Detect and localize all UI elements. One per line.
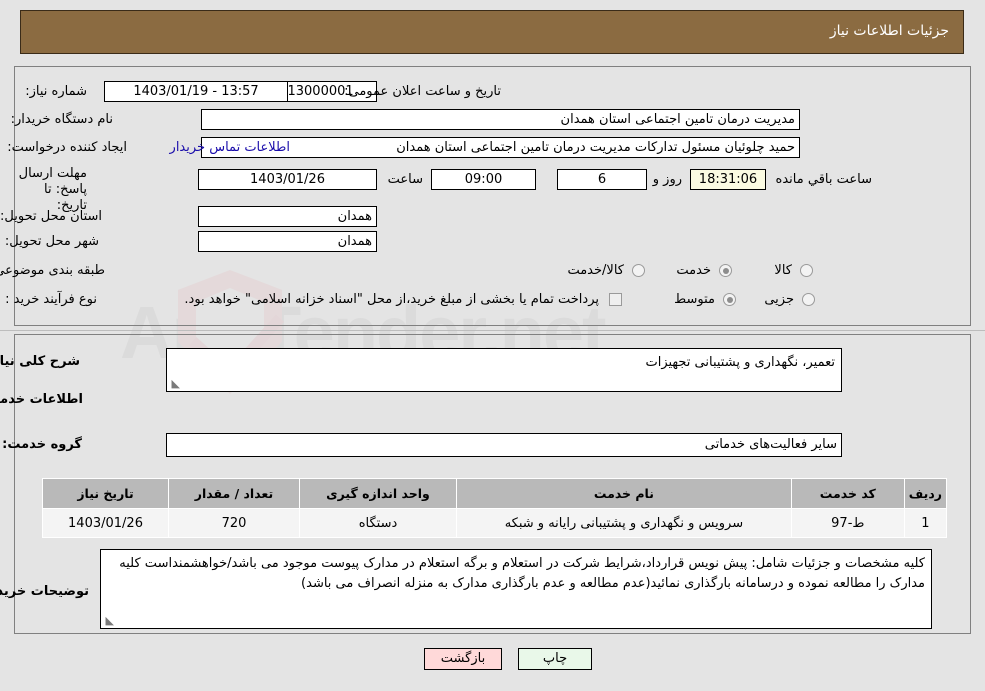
category-label: طبقه بندی موضوعی: xyxy=(0,263,105,278)
resize-grip-icon-notes[interactable]: ◣ xyxy=(104,615,114,626)
th-quantity: تعداد / مقدار xyxy=(168,478,300,509)
countdown-label: ساعت باقي مانده xyxy=(775,172,872,187)
deadline-date-field[interactable]: 1403/01/26 xyxy=(198,169,377,190)
page-root: AriaTender.net جزئیات اطلاعات نیاز شماره… xyxy=(0,0,985,691)
print-button[interactable]: چاپ xyxy=(518,648,592,670)
resize-grip-icon[interactable]: ◣ xyxy=(170,378,180,389)
requester-label: ایجاد کننده درخواست: xyxy=(7,140,127,155)
page-title: جزئیات اطلاعات نیاز xyxy=(829,23,949,39)
radio-category-kala-khedmat[interactable] xyxy=(632,264,645,277)
th-unit: واحد اندازه گیری xyxy=(299,478,457,509)
general-desc-textarea[interactable]: تعمیر، نگهداری و پشتیبانی تجهیزات ◣ xyxy=(166,348,842,392)
cell-unit: دستگاه xyxy=(299,508,457,538)
buyer-notes-label: توضیحات خریدار: xyxy=(0,584,89,599)
general-desc-value: تعمیر، نگهداری و پشتیبانی تجهیزات xyxy=(645,355,835,370)
cell-service-name: سرویس و نگهداری و پشتیبانی رایانه و شبکه xyxy=(456,508,792,538)
announce-datetime-label: تاریخ و ساعت اعلان عمومی: xyxy=(344,84,501,99)
radio-process-motevaset-label: متوسط xyxy=(674,292,715,307)
treasury-bond-checkbox[interactable] xyxy=(609,293,622,306)
service-group-field[interactable]: سایر فعالیت‌های خدماتی xyxy=(166,433,842,457)
radio-category-kala-khedmat-label: کالا/خدمت xyxy=(567,263,624,278)
cell-row-no: 1 xyxy=(903,508,948,538)
radio-category-khedmat[interactable] xyxy=(719,264,732,277)
buyer-org-label: نام دستگاه خریدار: xyxy=(10,112,113,127)
th-service-name: نام خدمت xyxy=(456,478,792,509)
city-field[interactable]: همدان xyxy=(198,231,377,252)
table-header-row: ردیف کد خدمت نام خدمت واحد اندازه گیری ت… xyxy=(42,478,948,509)
back-button[interactable]: بازگشت xyxy=(424,648,502,670)
process-label: نوع فرآیند خرید : xyxy=(5,292,97,307)
radio-category-kala-label: کالا xyxy=(774,263,792,278)
th-need-date: تاریخ نیاز xyxy=(42,478,169,509)
top-info-panel xyxy=(14,66,971,326)
th-service-code: کد خدمت xyxy=(790,478,905,509)
deadline-label: مهلت ارسال پاسخ: تا تاریخ: xyxy=(18,166,87,213)
countdown-field: 18:31:06 xyxy=(690,169,766,190)
deadline-time-label: ساعت xyxy=(387,172,423,187)
services-table: ردیف کد خدمت نام خدمت واحد اندازه گیری ت… xyxy=(42,478,948,538)
th-row-no: ردیف xyxy=(903,478,948,509)
radio-process-jozii-label: جزیی xyxy=(764,292,794,307)
buyer-contact-link[interactable]: اطلاعات تماس خریدار xyxy=(170,140,290,155)
province-label: استان محل تحویل: xyxy=(0,209,102,224)
need-number-label: شماره نیاز: xyxy=(25,84,87,99)
days-left-field[interactable]: 6 xyxy=(557,169,647,190)
cell-quantity: 720 xyxy=(168,508,300,538)
buyer-notes-textarea[interactable]: کلیه مشخصات و جزئیات شامل: پیش نویس قرار… xyxy=(100,549,932,629)
buyer-org-field[interactable]: مدیریت درمان تامین اجتماعی استان همدان xyxy=(201,109,800,130)
days-left-label: روز و xyxy=(652,172,682,187)
service-section-title: اطلاعات خدمات مورد نیاز xyxy=(0,392,83,407)
cell-service-code: ط-97 xyxy=(790,508,905,538)
cell-need-date: 1403/01/26 xyxy=(42,508,169,538)
requester-field[interactable]: حمید چلوئیان مسئول تدارکات مدیریت درمان … xyxy=(201,137,800,158)
general-desc-label: شرح کلی نیاز: xyxy=(0,354,80,369)
service-group-label: گروه خدمت: xyxy=(2,437,82,452)
section-divider xyxy=(0,330,985,331)
radio-process-jozii[interactable] xyxy=(802,293,815,306)
treasury-bond-label: پرداخت تمام یا بخشی از مبلغ خرید،از محل … xyxy=(184,292,599,307)
deadline-time-field[interactable]: 09:00 xyxy=(431,169,536,190)
announce-datetime-field[interactable]: 13:57 - 1403/01/19 xyxy=(104,81,288,102)
buyer-notes-value: کلیه مشخصات و جزئیات شامل: پیش نویس قرار… xyxy=(119,556,925,591)
header-bar: جزئیات اطلاعات نیاز xyxy=(20,10,964,54)
radio-category-kala[interactable] xyxy=(800,264,813,277)
radio-process-motevaset[interactable] xyxy=(723,293,736,306)
province-field[interactable]: همدان xyxy=(198,206,377,227)
table-row: 1 ط-97 سرویس و نگهداری و پشتیبانی رایانه… xyxy=(42,508,948,538)
radio-category-khedmat-label: خدمت xyxy=(676,263,711,278)
city-label: شهر محل تحویل: xyxy=(4,234,99,249)
